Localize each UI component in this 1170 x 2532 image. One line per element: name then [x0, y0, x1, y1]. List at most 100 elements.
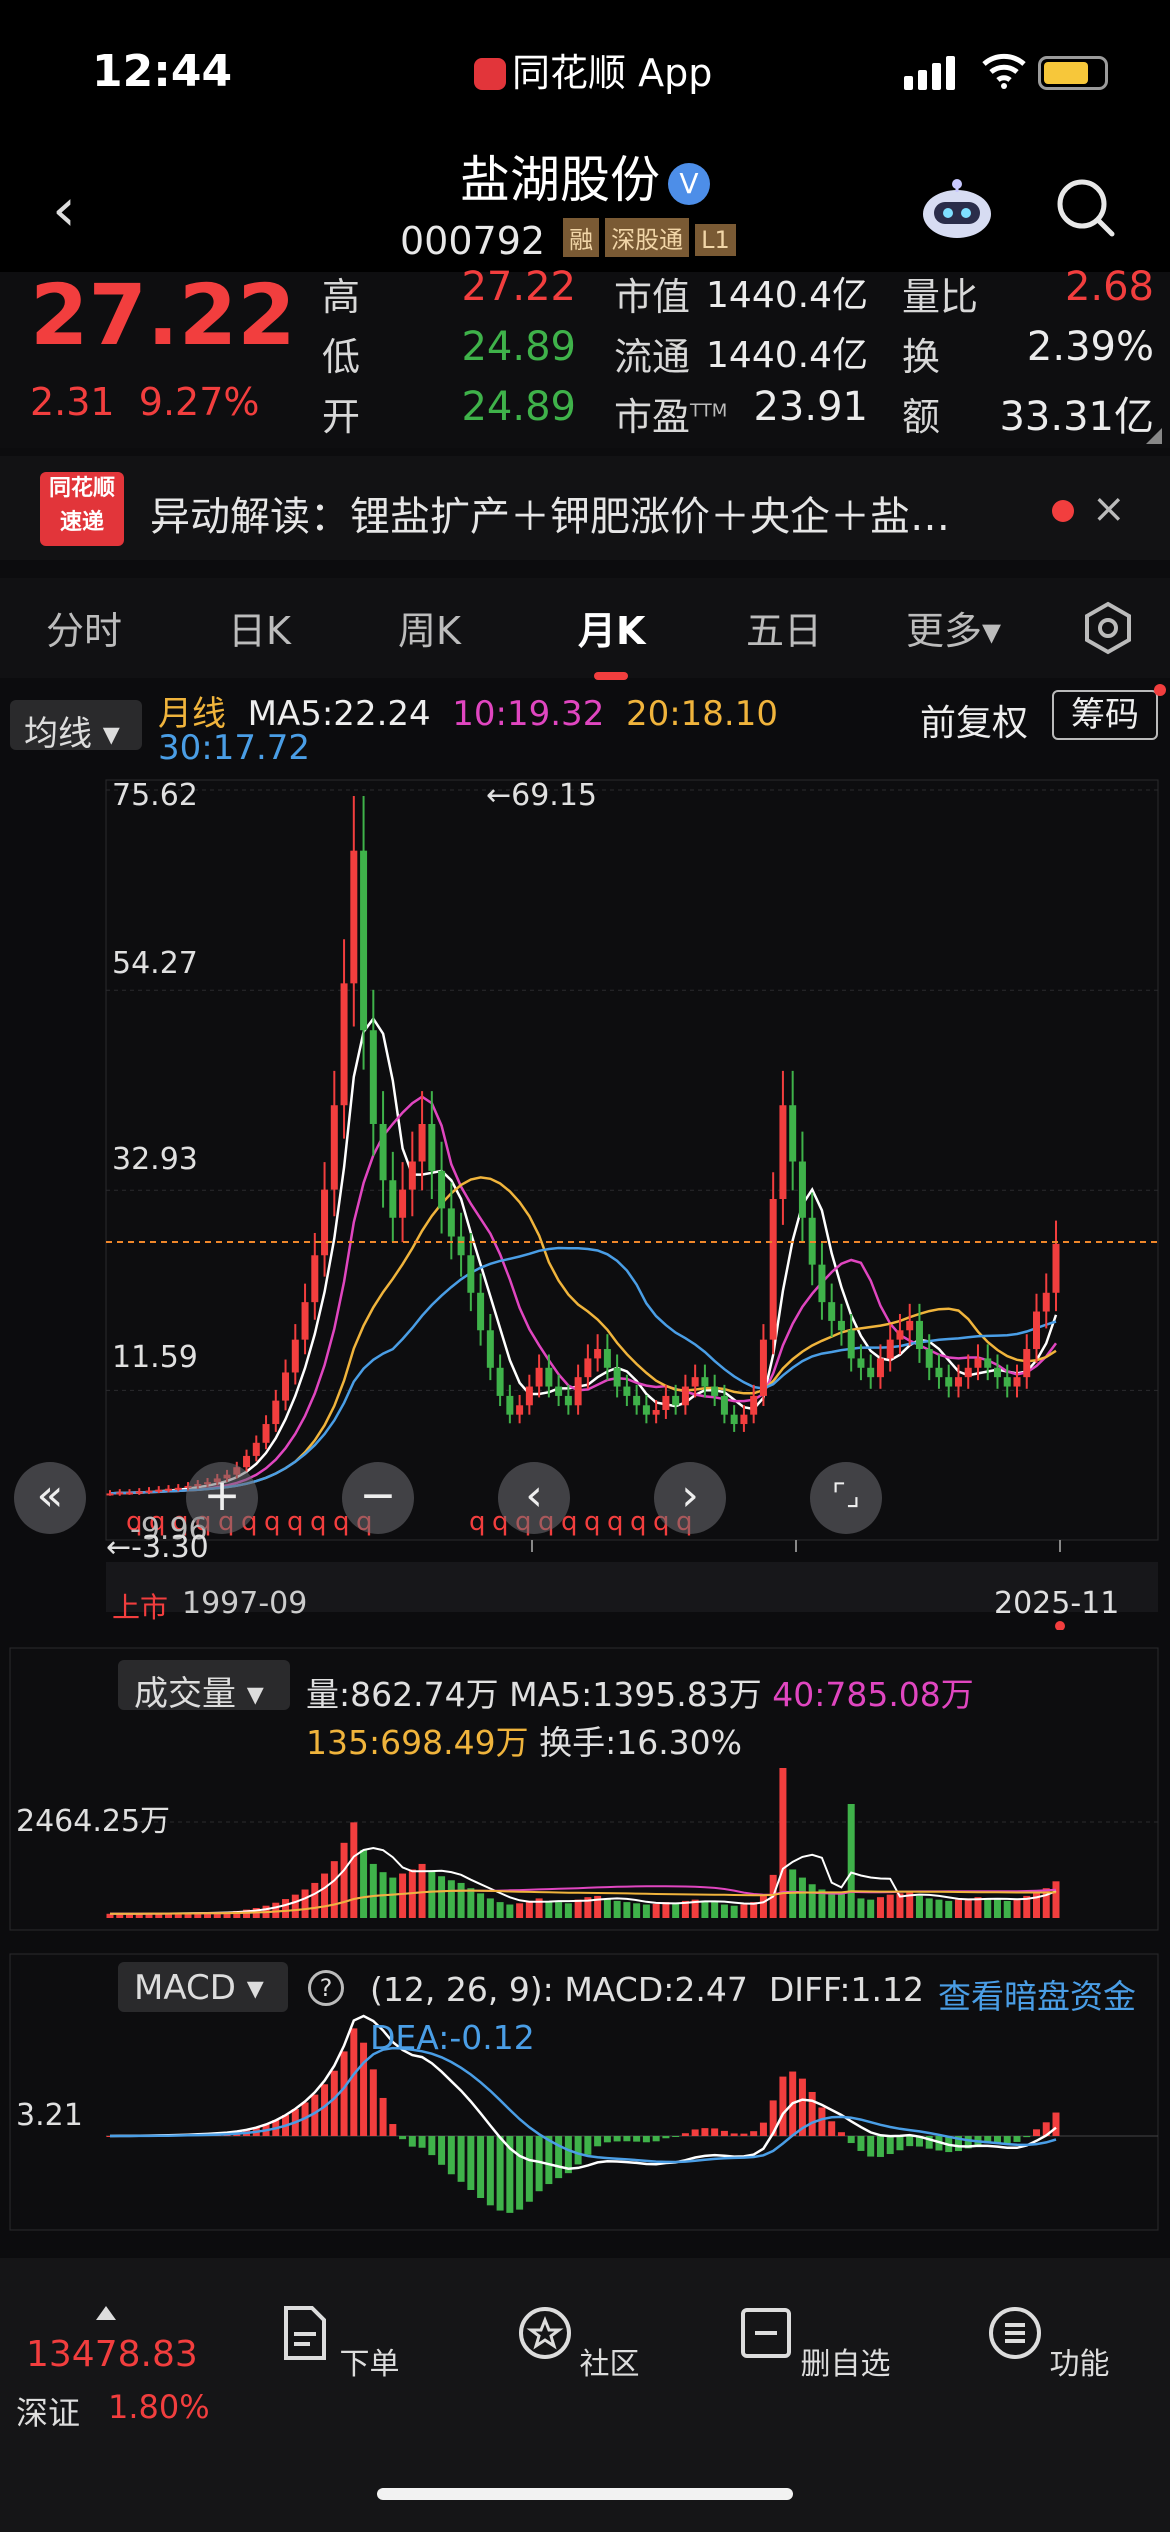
index-value[interactable]: 13478.83	[26, 2334, 198, 2375]
volume-bar	[837, 1893, 845, 1918]
value-volume-ratio: 2.68	[1064, 264, 1154, 310]
macd-bar	[867, 2136, 875, 2157]
ai-assistant-icon[interactable]	[918, 176, 996, 240]
candle-body	[935, 1367, 943, 1378]
search-icon[interactable]	[1054, 176, 1118, 240]
candle-body	[525, 1386, 533, 1406]
volume-bar	[828, 1892, 836, 1918]
candle-body	[750, 1395, 758, 1415]
candle-body	[876, 1358, 884, 1378]
volume-bar	[925, 1898, 933, 1918]
candle-body	[477, 1292, 485, 1331]
candle-body	[574, 1377, 582, 1406]
nav-order-label: 下单	[339, 2347, 400, 2382]
volume-bar	[1013, 1899, 1021, 1918]
volume-bar	[740, 1904, 748, 1918]
label-amount: 额	[902, 395, 941, 439]
candle-body	[252, 1442, 260, 1456]
stock-code-row: 000792 融深股通 L1	[400, 218, 736, 263]
settings-hexagon-icon[interactable]	[1080, 600, 1136, 656]
zoom-in-button[interactable]: +	[186, 1462, 258, 1534]
low-marker: ←-3.30	[106, 1530, 209, 1565]
candle-body	[340, 983, 348, 1106]
volume-legend-2: 135:698.49万 换手:16.30%	[306, 1716, 742, 1764]
volume-bar	[545, 1900, 553, 1918]
candle-body	[633, 1395, 641, 1406]
label-high: 高	[322, 275, 361, 319]
y-label-3: 32.93	[112, 1142, 198, 1177]
alert-text[interactable]: 异动解读：锂盐扩产＋钾肥涨价＋央企＋盐…	[150, 484, 950, 542]
tab-more[interactable]: 更多▾	[906, 600, 1001, 655]
candle-body	[789, 1105, 797, 1162]
volume-bar	[457, 1882, 465, 1918]
candle-body	[769, 1199, 777, 1340]
volume-bar	[954, 1899, 962, 1918]
indicator-select[interactable]: 均线 ▾	[10, 700, 142, 754]
event-marker: q	[584, 1507, 601, 1537]
candle-body	[759, 1339, 767, 1396]
tab-five-day[interactable]: 五日	[746, 600, 822, 655]
dark-pool-link[interactable]: 查看暗盘资金	[938, 1970, 1136, 2018]
macd-bar	[857, 2136, 865, 2151]
macd-indicator-select[interactable]: MACD ▾	[118, 1962, 288, 2012]
macd-bar	[672, 2136, 680, 2137]
close-icon[interactable]: ×	[1092, 486, 1126, 532]
volume-bar	[847, 1803, 855, 1918]
nav-remove-label: 删自选	[800, 2347, 891, 2382]
macd-bar	[652, 2136, 660, 2142]
volume-bar	[603, 1898, 611, 1918]
nav-community[interactable]: 社区	[498, 2304, 658, 2383]
volume-bar	[555, 1902, 563, 1918]
fullscreen-button[interactable]: ⌜⌟	[810, 1462, 882, 1534]
macd-bar	[389, 2124, 397, 2136]
macd-bar	[906, 2136, 914, 2147]
macd-bar	[759, 2122, 767, 2136]
volume-bar	[876, 1897, 884, 1918]
tab-monthly-k[interactable]: 月K	[578, 600, 645, 655]
volume-bar	[720, 1904, 728, 1918]
volume-indicator-select[interactable]: 成交量 ▾	[118, 1660, 290, 1714]
zoom-out-button[interactable]: −	[342, 1462, 414, 1534]
candle-body	[408, 1161, 416, 1190]
candle-body	[623, 1386, 631, 1396]
candle-body	[964, 1367, 972, 1378]
macd-bar	[418, 2136, 426, 2148]
macd-bar	[447, 2136, 455, 2175]
value-turnover: 2.39%	[1026, 324, 1154, 370]
candle-body	[857, 1358, 865, 1368]
volume-bar	[662, 1902, 670, 1918]
candle-body	[672, 1395, 680, 1406]
tab-weekly-k[interactable]: 周K	[398, 600, 461, 655]
adjust-mode[interactable]: 前复权	[920, 694, 1028, 746]
nav-functions[interactable]: 功能	[968, 2304, 1128, 2383]
candle-body	[428, 1123, 436, 1171]
scroll-left-button[interactable]: ‹	[498, 1462, 570, 1534]
volume-bar	[808, 1884, 816, 1918]
chip-distribution-button[interactable]: 筹码	[1052, 690, 1158, 740]
volume-ma135: 135:698.49万	[306, 1723, 529, 1762]
expand-corner-icon[interactable]	[1146, 428, 1162, 444]
volume-bar	[759, 1894, 767, 1918]
volume-bar	[886, 1894, 894, 1918]
help-icon[interactable]: ?	[308, 1970, 344, 2006]
nav-order[interactable]: 下单	[258, 2304, 418, 2383]
scroll-right-button[interactable]: ›	[654, 1462, 726, 1534]
macd-bar	[730, 2133, 738, 2136]
candle-body	[886, 1339, 894, 1359]
volume-bar	[438, 1876, 446, 1918]
macd-bar	[584, 2136, 592, 2155]
tag-margin: 融	[563, 218, 600, 257]
macd-bar	[691, 2129, 699, 2136]
value-market-cap: 1440.4亿	[706, 275, 868, 316]
event-marker: q	[469, 1507, 486, 1537]
scroll-start-button[interactable]: «	[14, 1462, 86, 1534]
tab-daily-k[interactable]: 日K	[228, 600, 291, 655]
app-badge-icon	[474, 58, 506, 90]
volume-ma40: 40:785.08万	[772, 1675, 974, 1714]
volume-bar	[447, 1880, 455, 1918]
macd-bar	[701, 2128, 709, 2136]
nav-remove-watchlist[interactable]: 删自选	[734, 2304, 894, 2383]
tab-intraday[interactable]: 分时	[46, 600, 122, 655]
candle-body	[545, 1367, 553, 1387]
kline-chart[interactable]: qqqqqqqqqqqqqqqqqqqqq	[0, 770, 1170, 1630]
